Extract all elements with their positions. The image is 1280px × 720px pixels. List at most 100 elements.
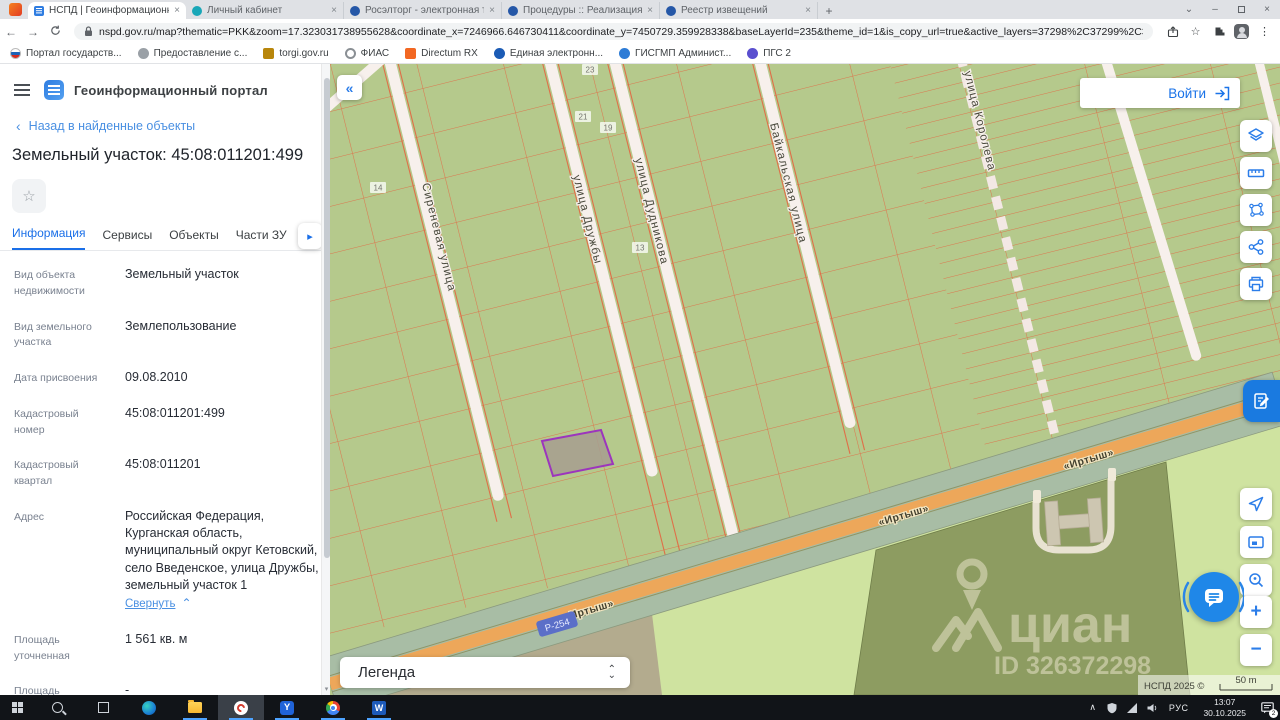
tab-nspd[interactable]: НСПД | Геоинформационный п × — [28, 2, 186, 19]
tab-close-icon[interactable]: × — [331, 5, 337, 16]
edge-app[interactable] — [126, 695, 172, 720]
bookmark-item[interactable]: Единая электронн... — [493, 48, 603, 59]
panel-scrollbar[interactable]: ▾ — [321, 64, 330, 695]
word-app[interactable]: W — [356, 695, 402, 720]
tab-procedury[interactable]: Процедуры :: Реализация гос × — [502, 2, 660, 19]
print-button[interactable] — [1240, 268, 1272, 300]
back-icon[interactable]: ← — [0, 25, 22, 39]
collapse-caret-icon[interactable]: ⌃ — [181, 596, 191, 610]
bookmark-item[interactable]: Портал государств... — [10, 48, 122, 59]
tabs-scroll-right-button[interactable]: ▸ — [298, 223, 322, 249]
bookmark-item[interactable]: Directum RX — [405, 48, 478, 59]
layers-button[interactable] — [1240, 120, 1272, 152]
bookmark-favicon — [344, 48, 356, 59]
pencil-doc-icon — [1253, 393, 1269, 409]
login-bar[interactable]: Войти — [1080, 78, 1240, 108]
zoom-in-button[interactable]: + — [1240, 596, 1272, 628]
tab-servisy[interactable]: Сервисы — [102, 228, 152, 250]
bookmarks-bar: Портал государств... Предоставление с...… — [0, 44, 1280, 64]
scrollbar-thumb[interactable] — [323, 78, 330, 558]
address-bar[interactable]: nspd.gov.ru/map?thematic=PKK&zoom=17.323… — [74, 23, 1153, 40]
tab-close-icon[interactable]: × — [805, 5, 811, 16]
legend-expand-icon[interactable]: ⌃ ⌄ — [608, 664, 616, 680]
clock-time: 13:07 — [1214, 696, 1236, 707]
legend-bar[interactable]: Легенда ⌃ ⌄ — [340, 657, 630, 688]
action-center-button[interactable]: 2 — [1254, 695, 1280, 720]
share-icon[interactable] — [1161, 25, 1184, 38]
map-viewport[interactable]: Сиреневая улица улица Дружбы улица Дудни… — [330, 64, 1280, 695]
scrollbar-down-arrow[interactable]: ▾ — [322, 685, 330, 693]
tab-chasti-zu[interactable]: Части ЗУ — [236, 228, 287, 250]
field-row: Кадастровый квартал 45:08:011201 — [14, 457, 201, 487]
favorite-star-button[interactable]: ☆ — [12, 179, 46, 213]
tab-search-icon[interactable]: ⌄ — [1176, 4, 1202, 15]
task-view-button[interactable] — [80, 695, 126, 720]
tab-obekty[interactable]: Объекты — [169, 228, 219, 250]
tab-lichny-kabinet[interactable]: Личный кабинет × — [186, 2, 344, 19]
start-button[interactable] — [0, 695, 34, 720]
bookmark-item[interactable]: torgi.gov.ru — [263, 48, 329, 59]
clock-date: 30.10.2025 — [1203, 707, 1246, 718]
tab-informatsiya[interactable]: Информация — [12, 226, 86, 250]
maximize-button[interactable] — [1228, 6, 1254, 13]
hamburger-menu-icon[interactable] — [14, 84, 30, 96]
collapse-panel-button[interactable]: « — [337, 75, 362, 100]
parcel-title: Земельный участок: 45:08:011201:499 — [12, 146, 304, 164]
locate-arrow-icon — [1248, 496, 1264, 512]
extensions-icon[interactable] — [1207, 26, 1230, 38]
plot-number-badge: 14 — [370, 182, 386, 193]
tab-favicon — [666, 5, 676, 16]
back-to-results-link[interactable]: ‹ Назад в найденные объекты — [0, 104, 330, 134]
chrome-app[interactable] — [310, 695, 356, 720]
tab-roseltorg[interactable]: Росэлторг - электронная торго × — [344, 2, 502, 19]
bookmark-star-icon[interactable]: ☆ — [1184, 25, 1207, 38]
active-app[interactable] — [218, 695, 264, 720]
feedback-tab-button[interactable] — [1243, 380, 1280, 422]
file-explorer-app[interactable] — [172, 695, 218, 720]
tab-close-icon[interactable]: × — [647, 5, 653, 16]
tab-reestr[interactable]: Реестр извещений × — [660, 2, 818, 19]
minimize-button[interactable]: – — [1202, 4, 1228, 15]
bookmark-item[interactable]: Предоставление с... — [137, 48, 247, 59]
profile-avatar[interactable] — [1230, 24, 1253, 39]
bookmark-item[interactable]: ФИАС — [344, 48, 389, 59]
tab-favicon — [350, 5, 360, 16]
plot-number-badge: 21 — [575, 111, 591, 122]
new-tab-button[interactable]: + — [818, 2, 840, 19]
taskbar-apps: Y W — [0, 695, 402, 720]
tab-title: НСПД | Геоинформационный п — [49, 5, 169, 16]
svg-text:НСПД 2025 ©: НСПД 2025 © — [1144, 681, 1204, 692]
ruler-icon — [1247, 169, 1265, 178]
map-search-icon — [1249, 573, 1264, 588]
pinned-tab-icon[interactable] — [9, 3, 22, 16]
chat-button[interactable] — [1189, 572, 1239, 622]
measure-button[interactable] — [1240, 157, 1272, 189]
svg-text:21: 21 — [579, 113, 588, 122]
svg-text:13: 13 — [636, 244, 645, 253]
taskbar-search-button[interactable] — [34, 695, 80, 720]
bookmark-item[interactable]: ПГС 2 — [747, 48, 791, 59]
share-map-button[interactable] — [1240, 231, 1272, 263]
overview-map-button[interactable] — [1240, 526, 1272, 558]
tab-close-icon[interactable]: × — [174, 5, 180, 16]
tab-close-icon[interactable]: × — [489, 5, 495, 16]
cadastral-map[interactable]: Сиреневая улица улица Дружбы улица Дудни… — [330, 64, 1280, 695]
search-on-map-button[interactable] — [1240, 564, 1272, 596]
taskbar-clock[interactable]: 13:07 30.10.2025 — [1195, 697, 1254, 718]
zoom-out-button[interactable]: − — [1240, 634, 1272, 666]
close-button[interactable]: × — [1254, 4, 1280, 15]
language-indicator[interactable]: РУС — [1162, 703, 1196, 713]
bookmark-favicon — [405, 48, 417, 59]
bookmark-item[interactable]: ГИСГМП Админист... — [619, 48, 731, 59]
tray-icons[interactable] — [1102, 702, 1162, 714]
chat-widget[interactable] — [1182, 569, 1244, 625]
geolocation-button[interactable] — [1240, 488, 1272, 520]
login-label[interactable]: Войти — [1168, 86, 1206, 101]
select-area-button[interactable] — [1240, 194, 1272, 226]
reload-icon[interactable] — [44, 25, 66, 39]
menu-kebab-icon[interactable]: ⋮ — [1253, 25, 1276, 38]
collapse-address-link[interactable]: Свернуть — [125, 597, 175, 613]
yandex-app[interactable]: Y — [264, 695, 310, 720]
tray-chevron-icon[interactable]: ∧ — [1083, 702, 1102, 713]
forward-icon[interactable]: → — [22, 25, 44, 39]
